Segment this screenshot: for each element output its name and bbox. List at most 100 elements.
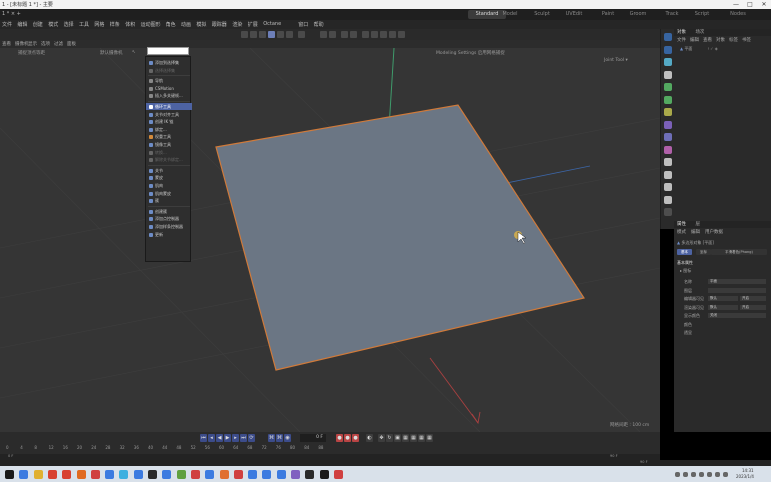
popup-menu-item[interactable]: 转换...: [146, 149, 192, 156]
objects-menu-item[interactable]: 书签: [742, 38, 751, 43]
toolbar-tool-icon[interactable]: [362, 31, 369, 38]
attribute-value-field[interactable]: [708, 321, 766, 327]
layout-tab[interactable]: Track: [657, 10, 687, 19]
viewport-menu-item[interactable]: 过滤: [54, 41, 63, 47]
viewport[interactable]: 捕捉顶点等距 默认摄像机 ↖ Modeling Settings 启用网格捕捉 …: [0, 48, 660, 432]
popup-menu-item[interactable]: 关节: [146, 167, 192, 174]
side-tool-icon[interactable]: [664, 45, 672, 54]
popup-menu-item[interactable]: 添加点控制器: [146, 215, 192, 222]
camera-arrow-icon[interactable]: ↖: [132, 50, 136, 55]
viewport-menu-item[interactable]: 显示: [28, 41, 37, 47]
layout-tab[interactable]: Model: [495, 10, 525, 19]
taskbar-app-icon[interactable]: [276, 470, 286, 479]
taskbar-app-icon[interactable]: [5, 470, 14, 479]
current-frame-field[interactable]: 0 F: [300, 434, 326, 442]
side-tool-icon[interactable]: [664, 208, 672, 216]
taskbar-app-icon[interactable]: [19, 470, 29, 479]
playback-control-icon[interactable]: ⟳: [248, 434, 255, 442]
menu-item[interactable]: 选择: [64, 21, 74, 28]
menu-item[interactable]: 样条: [110, 21, 120, 28]
popup-menu-item[interactable]: CSMotion: [146, 85, 192, 92]
attribute-value-field[interactable]: 平面: [708, 279, 766, 284]
side-tool-icon[interactable]: [664, 170, 672, 179]
side-tool-icon[interactable]: [664, 70, 672, 79]
attributes-subtab[interactable]: 基本: [677, 249, 692, 255]
taskbar-app-icon[interactable]: [119, 470, 129, 479]
taskbar-app-icon[interactable]: [105, 470, 115, 479]
side-tool-icon[interactable]: [664, 195, 672, 204]
playback-control-icon[interactable]: ▶: [224, 434, 231, 442]
side-tool-icon[interactable]: [664, 108, 672, 116]
playback-control-icon[interactable]: ▦: [402, 434, 409, 442]
tab-takes[interactable]: 场次: [695, 30, 704, 35]
toolbar-tool-icon[interactable]: [241, 31, 248, 38]
objects-menu-item[interactable]: 对象: [716, 38, 725, 43]
playback-control-icon[interactable]: ▣: [394, 434, 401, 442]
taskbar-app-icon[interactable]: [33, 470, 43, 479]
playback-control-icon[interactable]: ◀: [216, 434, 223, 442]
popup-menu-item[interactable]: 添加到选择集: [146, 59, 192, 66]
menu-item[interactable]: 扩展: [248, 21, 258, 28]
taskbar-app-icon[interactable]: [176, 470, 186, 479]
menu-item[interactable]: 跟踪器: [212, 21, 227, 28]
popup-menu-item[interactable]: 肌肉蒙皮: [146, 190, 192, 197]
toolbar-tool-icon[interactable]: [380, 31, 387, 38]
viewport-menu-item[interactable]: 选项: [41, 41, 50, 47]
toolbar-tool-icon[interactable]: [298, 31, 305, 38]
taskbar-app-icon[interactable]: [90, 470, 100, 479]
popup-menu-item[interactable]: 解除关节绑定...: [146, 156, 192, 163]
menu-item[interactable]: 创建: [33, 21, 43, 28]
playback-control-icon[interactable]: ▦: [418, 434, 425, 442]
layout-tab[interactable]: Paint: [593, 10, 623, 19]
tray-icon[interactable]: [699, 472, 704, 477]
playback-control-icon[interactable]: ◐: [366, 434, 373, 442]
playback-control-icon[interactable]: ✥: [378, 434, 385, 442]
menu-item[interactable]: 渲染: [232, 21, 242, 28]
menu-item[interactable]: 编辑: [17, 21, 27, 28]
taskbar-app-icon[interactable]: [248, 470, 258, 479]
attributes-subtab[interactable]: 坐标: [696, 249, 711, 255]
popup-menu-item[interactable]: 创建 IK 链: [146, 118, 192, 125]
taskbar-app-icon[interactable]: [262, 470, 272, 479]
popup-menu-item[interactable]: 簇: [146, 197, 192, 204]
popup-menu-item[interactable]: 添加样条控制器: [146, 223, 192, 230]
toolbar-tool-icon[interactable]: [259, 31, 266, 38]
tab-attributes[interactable]: 属性: [677, 222, 686, 227]
tray-icon[interactable]: [675, 472, 680, 477]
taskbar-app-icon[interactable]: [233, 470, 243, 479]
popup-menu-item[interactable]: 更新: [146, 231, 192, 238]
objects-menu-item[interactable]: 标签: [729, 38, 738, 43]
taskbar-app-icon[interactable]: [291, 470, 300, 479]
tab-objects[interactable]: 对象: [677, 30, 686, 35]
playback-control-icon[interactable]: ⌘: [276, 434, 283, 442]
toolbar-tool-icon[interactable]: [286, 31, 293, 38]
playback-control-icon[interactable]: ⌘: [268, 434, 275, 442]
menu-item[interactable]: 帮助: [314, 21, 324, 28]
popup-menu-item[interactable]: 蒙皮: [146, 174, 192, 181]
subsection-title[interactable]: ▸ 图标: [680, 268, 691, 274]
playback-control-icon[interactable]: ●: [336, 434, 343, 442]
playback-control-icon[interactable]: ▸: [232, 434, 239, 442]
side-tool-icon[interactable]: [664, 158, 672, 166]
viewport-menu-item[interactable]: 面板: [67, 41, 76, 47]
attribute-value-field[interactable]: 关闭: [708, 313, 766, 318]
side-tool-icon[interactable]: [664, 58, 672, 66]
toolbar-tool-icon[interactable]: [320, 31, 327, 38]
layout-tab[interactable]: Sculpt: [527, 10, 557, 19]
toolbar-tool-icon[interactable]: [398, 31, 405, 38]
viewport-canvas[interactable]: [0, 48, 660, 432]
playback-control-icon[interactable]: ↻: [386, 434, 393, 442]
popup-menu-item[interactable]: 肌肉: [146, 182, 192, 189]
menu-item[interactable]: 角色: [166, 21, 176, 28]
attribute-extra-field[interactable]: 开启: [740, 304, 766, 310]
menu-item[interactable]: Octane: [263, 21, 281, 27]
menu-item[interactable]: 运动图形: [141, 21, 161, 28]
maximize-button[interactable]: □: [743, 0, 757, 9]
tray-icon[interactable]: [723, 472, 728, 477]
attribute-value-field[interactable]: 默认: [708, 304, 738, 310]
menu-item[interactable]: 文件: [2, 21, 12, 28]
timeline-ruler[interactable]: 0 4 8 12 16 20 24 28 32 36 40 44 48 52 56 60 64 68 72 76 80 8…: [0, 444, 660, 453]
menu-item[interactable]: 网格: [94, 21, 104, 28]
tray-icon[interactable]: [683, 472, 688, 477]
popup-menu-item[interactable]: 权重工具: [146, 133, 192, 140]
